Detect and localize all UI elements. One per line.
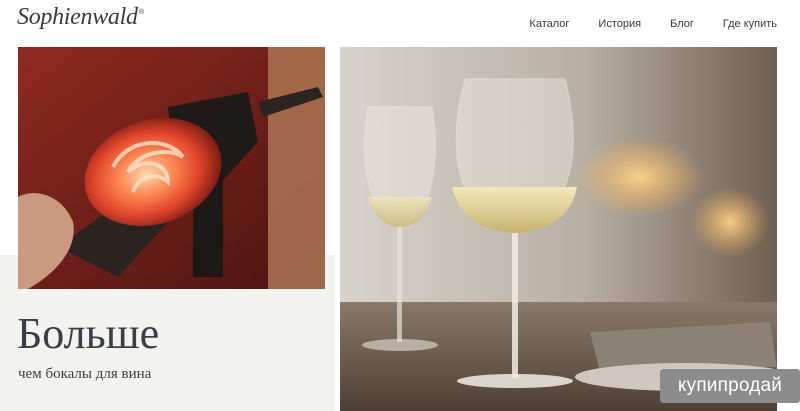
brand-logo[interactable]: Sophienwald: [17, 4, 138, 31]
watermark-badge: купипродай: [660, 369, 800, 403]
glassblowing-photo: [18, 47, 325, 289]
nav-item-history[interactable]: История: [598, 18, 641, 30]
wine-glasses-photo: [340, 47, 777, 411]
nav-item-catalog[interactable]: Каталог: [529, 18, 569, 30]
registered-mark: ®: [139, 9, 145, 16]
hero-subtitle: чем бокалы для вина: [18, 366, 152, 382]
main-nav: Каталог История Блог Где купить: [529, 18, 777, 30]
site-header: Sophienwald ® Каталог История Блог Где к…: [0, 0, 800, 48]
hero-title: Больше: [17, 309, 160, 358]
nav-item-where-to-buy[interactable]: Где купить: [723, 18, 777, 30]
nav-item-blog[interactable]: Блог: [670, 18, 694, 30]
wine-glasses-illustration: [340, 47, 777, 411]
glassblowing-illustration: [18, 47, 325, 289]
